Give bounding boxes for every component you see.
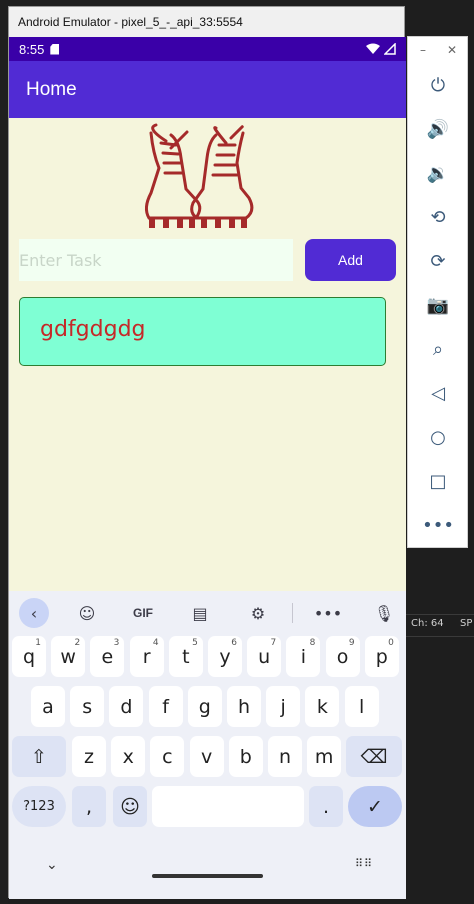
key-l[interactable]: l [344, 686, 379, 727]
key-o[interactable]: o9 [325, 636, 360, 677]
home-icon[interactable]: ○ [424, 423, 452, 451]
ide-divider [405, 614, 474, 615]
key-j[interactable]: j [266, 686, 301, 727]
navigation-bar: ⌄ ⠿⠿ [9, 845, 406, 889]
boots-image [144, 123, 254, 228]
key-m[interactable]: m [307, 736, 342, 777]
key-t[interactable]: t5 [168, 636, 203, 677]
key-g[interactable]: g [187, 686, 222, 727]
soft-keyboard: ‹ ☺ GIF ▤ ⚙ ••• 🎙 q1w2e3r4t5y6u7i8o9p0 a… [9, 591, 406, 899]
window-title: Android Emulator - pixel_5_-_api_33:5554 [9, 7, 404, 37]
chevron-down-icon[interactable]: ⌄ [46, 857, 58, 873]
symbols-key[interactable]: ?123 [12, 786, 66, 827]
zoom-icon[interactable]: ⌕ [424, 335, 452, 363]
key-b[interactable]: b [228, 736, 263, 777]
ide-column-indicator: Ch: 64 [411, 618, 444, 629]
clipboard-icon[interactable]: ▤ [185, 598, 215, 628]
key-k[interactable]: k [305, 686, 340, 727]
key-h[interactable]: h [227, 686, 261, 727]
volume-down-icon[interactable]: 🔉 [424, 159, 452, 187]
key-a[interactable]: a [31, 686, 65, 727]
key-u[interactable]: u7 [247, 636, 282, 677]
app-bar: Home [9, 61, 406, 118]
device-screen: 8:55 Home Enter Task Add gdfgdgdg ‹ ☺ GI… [9, 37, 406, 899]
main-content: Add gdfgdgdg [9, 118, 406, 578]
ide-spaces-indicator: SP [460, 618, 473, 629]
key-hint: 5 [192, 638, 198, 648]
key-f[interactable]: f [148, 686, 183, 727]
side-window-controls: – ✕ [408, 37, 467, 61]
task-item[interactable]: gdfgdgdg [19, 297, 386, 366]
close-icon[interactable]: ✕ [447, 43, 457, 61]
status-time: 8:55 [19, 41, 45, 57]
rotate-left-icon[interactable]: ⟲ [424, 203, 452, 231]
camera-icon[interactable]: 📷 [424, 291, 452, 319]
emulator-controls: – ✕ ⏻ 🔊 🔉 ⟲ ⟳ 📷 ⌕ ◁ ○ □ ••• [407, 36, 468, 548]
overview-icon[interactable]: □ [424, 467, 452, 495]
ide-background-left [0, 0, 8, 904]
key-p[interactable]: p0 [364, 636, 399, 677]
key-i[interactable]: i8 [286, 636, 321, 677]
key-w[interactable]: w2 [51, 636, 86, 677]
shift-key[interactable]: ⇧ [12, 736, 66, 777]
backspace-key[interactable]: ⌫ [346, 736, 402, 777]
key-x[interactable]: x [111, 736, 146, 777]
microphone-icon[interactable]: 🎙 [369, 598, 399, 628]
rotate-right-icon[interactable]: ⟳ [424, 247, 452, 275]
keyboard-toolbar: ‹ ☺ GIF ▤ ⚙ ••• 🎙 [9, 591, 406, 631]
key-s[interactable]: s [70, 686, 105, 727]
key-c[interactable]: c [150, 736, 185, 777]
toolbar-divider [292, 603, 293, 623]
comma-key[interactable]: , [72, 786, 106, 827]
task-text: gdfgdgdg [40, 317, 146, 342]
key-q[interactable]: q1 [12, 636, 46, 677]
more-icon[interactable]: ••• [313, 598, 343, 628]
key-hint: 2 [74, 638, 81, 648]
key-n[interactable]: n [268, 736, 302, 777]
back-icon[interactable]: ◁ [424, 379, 452, 407]
no-signal-icon [384, 43, 396, 55]
android-status-bar: 8:55 [9, 37, 406, 61]
period-key[interactable]: . [309, 786, 343, 827]
desktop: Ch: 64 SP Android Emulator - pixel_5_-_a… [0, 0, 474, 904]
ide-status-bar: Ch: 64 SP [405, 616, 474, 634]
key-hint: 6 [231, 638, 237, 648]
ide-divider [405, 636, 474, 637]
key-hint: 4 [152, 638, 159, 648]
gear-icon[interactable]: ⚙ [243, 598, 273, 628]
emulator-window: Android Emulator - pixel_5_-_api_33:5554… [8, 6, 406, 899]
volume-up-icon[interactable]: 🔊 [424, 115, 452, 143]
key-v[interactable]: v [189, 736, 224, 777]
key-z[interactable]: z [72, 736, 106, 777]
key-hint: 0 [388, 638, 394, 648]
space-key[interactable] [152, 786, 304, 827]
sd-card-icon [50, 43, 60, 55]
key-hint: 7 [270, 638, 277, 648]
key-r[interactable]: r4 [129, 636, 164, 677]
power-icon[interactable]: ⏻ [424, 71, 452, 99]
key-d[interactable]: d [109, 686, 144, 727]
key-y[interactable]: y6 [208, 636, 242, 677]
key-hint: 3 [113, 638, 120, 648]
task-input[interactable] [19, 239, 293, 281]
keyboard-switch-icon[interactable]: ⠿⠿ [355, 857, 373, 870]
emoji-key[interactable]: ☺ [113, 786, 147, 827]
wifi-icon [366, 43, 380, 54]
gif-button[interactable]: GIF [128, 598, 158, 628]
sticker-icon[interactable]: ☺ [72, 598, 102, 628]
minimize-icon[interactable]: – [420, 43, 426, 61]
key-hint: 9 [348, 638, 355, 648]
key-hint: 1 [35, 638, 41, 648]
key-e[interactable]: e3 [90, 636, 125, 677]
more-options-icon[interactable]: ••• [422, 511, 454, 539]
key-hint: 8 [309, 638, 316, 648]
home-gesture-bar[interactable] [152, 874, 263, 878]
add-button[interactable]: Add [305, 239, 396, 281]
enter-key[interactable]: ✓ [348, 786, 402, 827]
page-title: Home [26, 79, 77, 100]
keyboard-collapse-icon[interactable]: ‹ [19, 598, 49, 628]
